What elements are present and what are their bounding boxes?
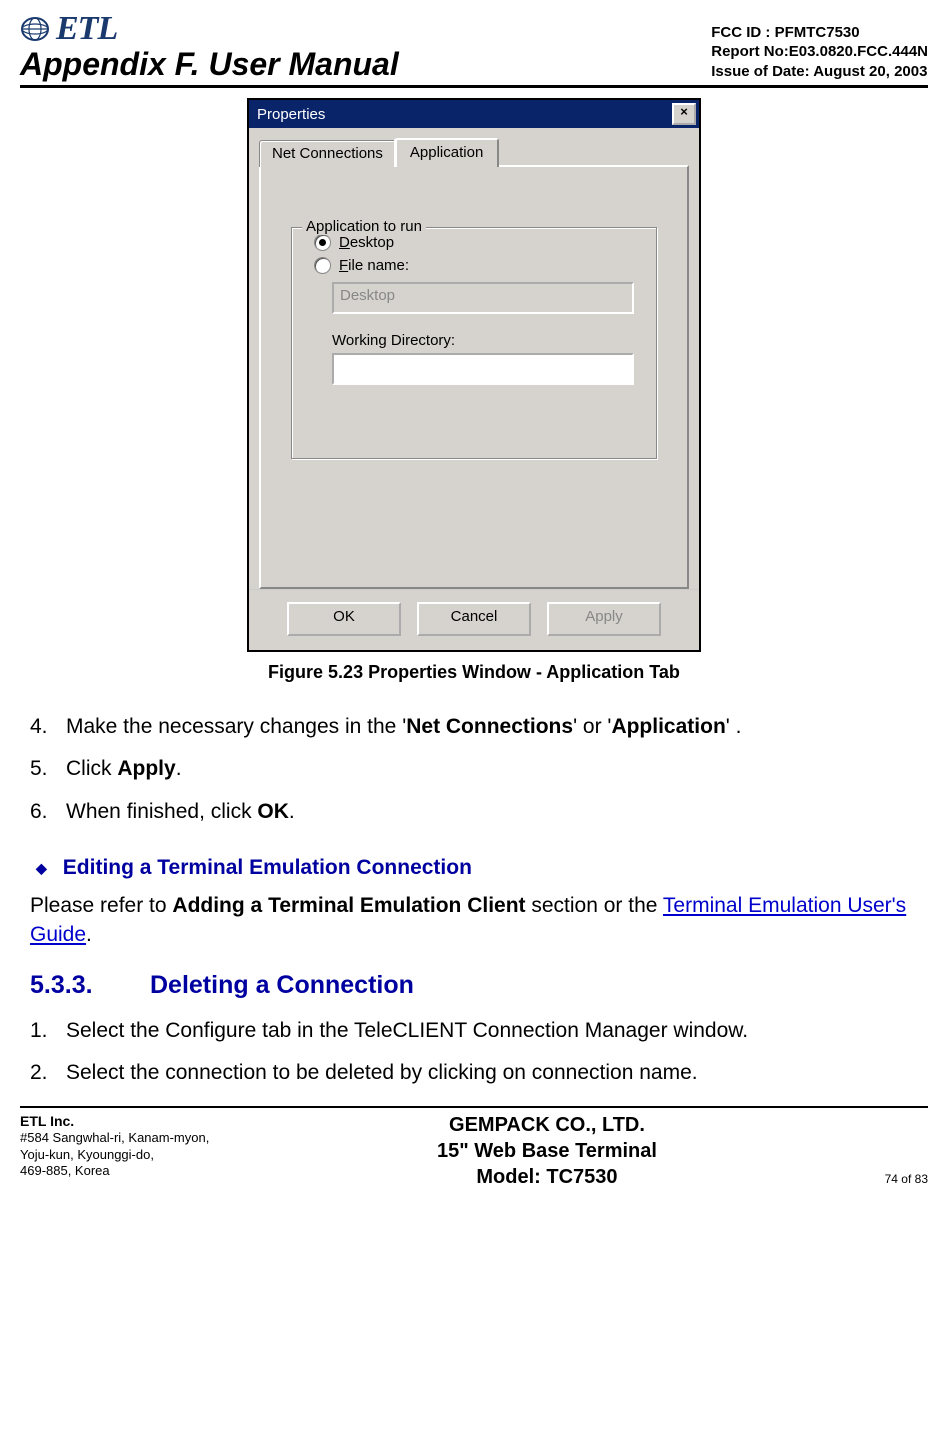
issue-date: Issue of Date: August 20, 2003 xyxy=(711,62,928,82)
working-directory-label: Working Directory: xyxy=(332,332,656,349)
radio-desktop-label: Desktop xyxy=(339,234,394,251)
filename-input[interactable]: Desktop xyxy=(332,282,634,314)
step-6: 6. When finished, click OK. xyxy=(30,798,918,826)
footer-address: ETL Inc. #584 Sangwhal-ri, Kanam-myon, Y… xyxy=(20,1112,209,1181)
apply-button[interactable]: Apply xyxy=(547,602,661,636)
dialog-title: Properties xyxy=(257,106,325,123)
step-4: 4. Make the necessary changes in the 'Ne… xyxy=(30,713,918,741)
refer-paragraph: Please refer to Adding a Terminal Emulat… xyxy=(30,892,918,949)
diamond-bullet-icon: ◆ xyxy=(36,859,47,878)
page-number: 74 of 83 xyxy=(885,1172,928,1190)
globe-icon xyxy=(20,14,50,44)
delete-step-1: 1. Select the Configure tab in the TeleC… xyxy=(30,1017,918,1045)
fieldset-legend: Application to run xyxy=(302,218,426,235)
page-footer: ETL Inc. #584 Sangwhal-ri, Kanam-myon, Y… xyxy=(20,1106,928,1190)
tab-panel-application: Application to run Desktop File name: De… xyxy=(259,165,689,589)
etl-logo: ETL xyxy=(20,10,399,48)
logo-text: ETL xyxy=(56,10,117,48)
dialog-titlebar: Properties × xyxy=(249,100,699,128)
working-directory-input[interactable] xyxy=(332,353,634,385)
radio-icon xyxy=(314,234,331,251)
properties-dialog: Properties × Net Connections Application… xyxy=(247,98,701,652)
application-to-run-fieldset: Application to run Desktop File name: De… xyxy=(291,227,657,459)
figure-caption: Figure 5.23 Properties Window - Applicat… xyxy=(20,662,928,683)
ok-button[interactable]: OK xyxy=(287,602,401,636)
tab-net-connections[interactable]: Net Connections xyxy=(259,140,396,167)
radio-filename[interactable]: File name: xyxy=(314,257,656,274)
header-meta: FCC ID : PFMTC7530 Report No:E03.0820.FC… xyxy=(711,23,928,84)
section-heading: 5.3.3. Deleting a Connection xyxy=(30,969,918,1003)
page-header: ETL Appendix F. User Manual FCC ID : PFM… xyxy=(20,10,928,88)
delete-step-2: 2. Select the connection to be deleted b… xyxy=(30,1059,918,1087)
radio-filename-label: File name: xyxy=(339,257,409,274)
fcc-id: FCC ID : PFMTC7530 xyxy=(711,23,928,43)
subheading-editing-terminal: ◆ Editing a Terminal Emulation Connectio… xyxy=(36,854,918,882)
cancel-button[interactable]: Cancel xyxy=(417,602,531,636)
step-5: 5. Click Apply. xyxy=(30,755,918,783)
footer-center: GEMPACK CO., LTD. 15" Web Base Terminal … xyxy=(437,1112,657,1190)
close-button[interactable]: × xyxy=(672,103,696,125)
tab-strip: Net Connections Application xyxy=(259,138,689,167)
dialog-button-row: OK Cancel Apply xyxy=(249,589,699,650)
appendix-title: Appendix F. User Manual xyxy=(20,46,399,83)
tab-application[interactable]: Application xyxy=(394,138,499,167)
report-no: Report No:E03.0820.FCC.444N xyxy=(711,42,928,62)
radio-desktop[interactable]: Desktop xyxy=(314,234,656,251)
radio-icon xyxy=(314,257,331,274)
